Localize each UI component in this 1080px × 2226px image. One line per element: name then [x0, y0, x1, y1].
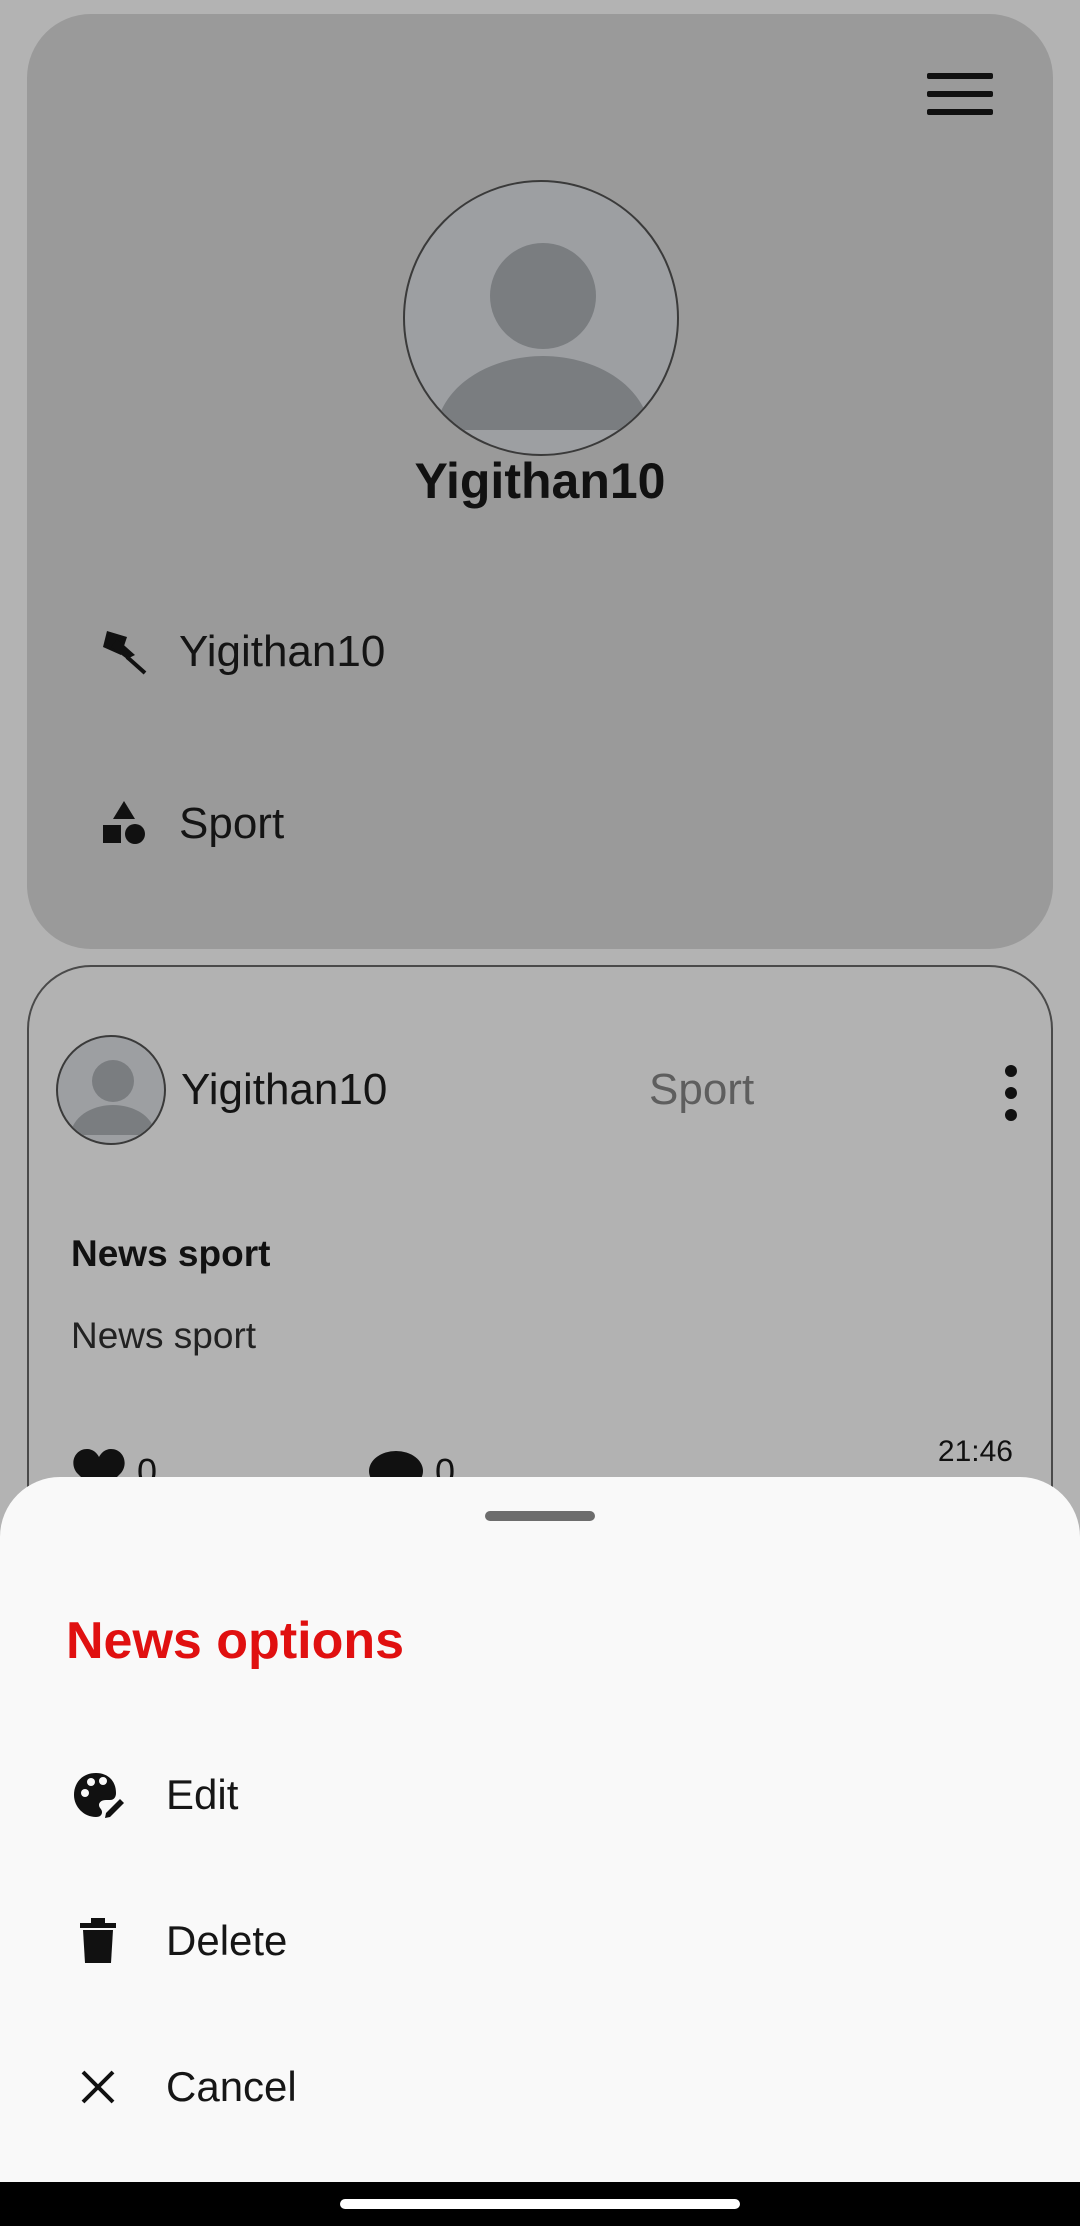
category-shapes-icon — [97, 797, 151, 851]
close-icon — [70, 2059, 126, 2115]
delete-label: Delete — [166, 1917, 288, 1964]
sheet-title: News options — [66, 1612, 405, 1670]
info-row-label: Sport — [179, 799, 285, 848]
news-body: News sport — [71, 1315, 257, 1356]
author-avatar[interactable] — [56, 1035, 166, 1145]
more-vert-icon[interactable] — [1001, 1065, 1021, 1121]
news-options-sheet: News options Edit Delete Cancel — [0, 1477, 1080, 2182]
hamburger-menu-icon[interactable] — [927, 64, 993, 124]
avatar[interactable] — [403, 180, 679, 456]
info-row-pinned: Yigithan10 — [97, 612, 385, 692]
home-gesture-handle[interactable] — [340, 2199, 740, 2209]
news-title: News sport — [71, 1233, 271, 1274]
drag-handle[interactable] — [485, 1511, 595, 1521]
edit-palette-icon — [70, 1767, 126, 1823]
info-row-category: Sport — [97, 784, 284, 864]
edit-option[interactable]: Edit — [0, 1735, 1080, 1855]
info-row-label: Yigithan10 — [179, 627, 386, 676]
trash-icon — [70, 1913, 126, 1969]
cancel-option[interactable]: Cancel — [0, 2027, 1080, 2147]
cancel-label: Cancel — [166, 2063, 297, 2110]
news-author[interactable]: Yigithan10 — [181, 1065, 387, 1115]
profile-username: Yigithan10 — [414, 453, 666, 509]
pin-off-icon — [97, 625, 151, 679]
edit-label: Edit — [166, 1771, 239, 1818]
profile-card: Yigithan10 Yigithan10 Sport — [27, 14, 1053, 949]
screen: Yigithan10 Yigithan10 Sport Yigithan10 S… — [0, 0, 1080, 2226]
news-time: 21:46 — [937, 1435, 1013, 1468]
news-category: Sport — [649, 1065, 755, 1114]
system-nav-bar — [0, 2182, 1080, 2226]
delete-option[interactable]: Delete — [0, 1881, 1080, 2001]
